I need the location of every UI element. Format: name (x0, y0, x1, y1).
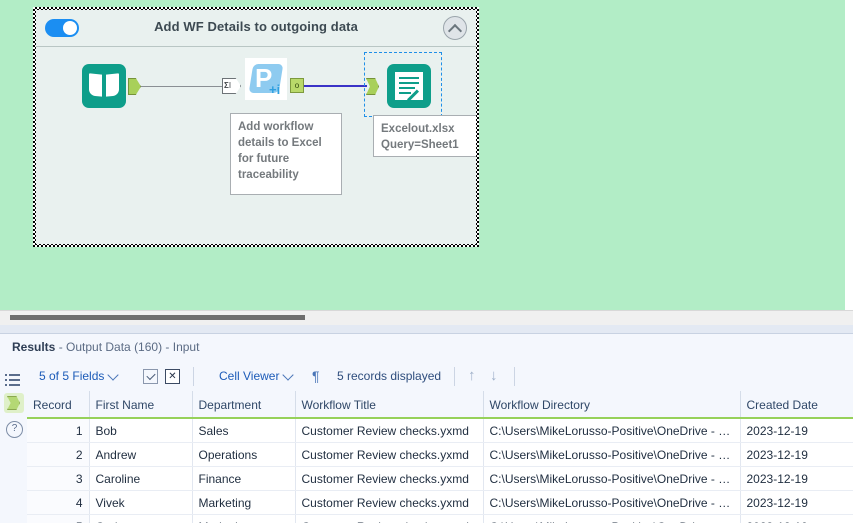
cell-first-name: Vivek (89, 491, 192, 515)
results-table: Record First Name Department Workflow Ti… (27, 391, 853, 523)
cell-record: 2 (27, 443, 89, 467)
results-grid[interactable]: Record First Name Department Workflow Ti… (27, 391, 853, 523)
help-glyph: ? (6, 421, 23, 438)
chevron-down-icon (108, 369, 119, 380)
cell-record: 1 (27, 418, 89, 443)
chevron-down-icon (283, 369, 294, 380)
connection-formula-to-output[interactable] (304, 85, 367, 87)
cell-created-date: 2023-12-19 (740, 443, 853, 467)
table-row[interactable]: 2 Andrew Operations Customer Review chec… (27, 443, 853, 467)
chevron-up-icon[interactable] (443, 16, 467, 40)
cell-workflow-directory: C:\Users\MikeLorusso-Positive\OneDrive -… (483, 467, 740, 491)
toolbar-separator (193, 367, 194, 386)
checkbox-checked-icon[interactable] (143, 369, 158, 384)
cell-created-date: 2023-12-19 (740, 418, 853, 443)
results-titlebar: Results - Output Data (160) - Input (0, 334, 853, 363)
cell-viewer-label: Cell Viewer (219, 369, 279, 383)
cell-department: Operations (192, 443, 295, 467)
container-title: Add WF Details to outgoing data (36, 19, 476, 34)
container-canvas[interactable]: ΣI P +i o (36, 47, 476, 244)
table-row[interactable]: 1 Bob Sales Customer Review checks.yxmd … (27, 418, 853, 443)
records-displayed-label: 5 records displayed (337, 369, 441, 383)
cell-record: 3 (27, 467, 89, 491)
annotation-output-line1: Excelout.xlsx (381, 121, 474, 137)
cell-workflow-title: Customer Review checks.yxmd (295, 418, 483, 443)
workflow-canvas[interactable]: Add WF Details to outgoing data ΣI (0, 0, 845, 310)
table-row[interactable]: 4 Vivek Marketing Customer Review checks… (27, 491, 853, 515)
cell-department: Finance (192, 467, 295, 491)
anchor-plug-icon[interactable] (4, 393, 24, 413)
cell-record: 4 (27, 491, 89, 515)
column-header-workflow-directory[interactable]: Workflow Directory (483, 391, 740, 418)
canvas-horizontal-scrollbar[interactable] (0, 310, 853, 326)
cell-department: Sales (192, 418, 295, 443)
formula-badge: +i (269, 82, 280, 97)
fields-selector-label: 5 of 5 Fields (39, 369, 104, 383)
clear-selection-icon[interactable]: ✕ (165, 369, 180, 384)
column-header-created-date[interactable]: Created Date (740, 391, 853, 418)
results-panel: Results - Output Data (160) - Input ? 5 … (0, 333, 853, 523)
connection-input-to-formula[interactable] (141, 86, 223, 87)
container-header: Add WF Details to outgoing data (36, 10, 476, 47)
cell-workflow-directory: C:\Users\MikeLorusso-Positive\OneDrive -… (483, 491, 740, 515)
cell-first-name: Caroline (89, 467, 192, 491)
annotation-formula-note[interactable]: Add workflow details to Excel for future… (230, 113, 342, 195)
cell-created-date: 2023-12-19 (740, 491, 853, 515)
annotation-output-line2: Query=Sheet1 (381, 137, 474, 153)
annotation-output-note[interactable]: Excelout.xlsx Query=Sheet1 (373, 115, 476, 157)
fields-selector[interactable]: 5 of 5 Fields (39, 369, 117, 383)
results-title: Results - Output Data (160) - Input (12, 340, 199, 354)
column-header-department[interactable]: Department (192, 391, 295, 418)
arrow-down-icon[interactable]: ↓ (490, 367, 498, 384)
formula-p-icon: P +i (249, 62, 283, 96)
cell-first-name: Andrew (89, 443, 192, 467)
canvas-right-margin (845, 0, 853, 310)
pilcrow-icon[interactable]: ¶ (312, 368, 320, 384)
book-icon (82, 64, 126, 108)
formula-output-anchor[interactable]: o (290, 78, 304, 93)
workflow-container-tool[interactable]: Add WF Details to outgoing data ΣI (33, 7, 479, 247)
results-title-subtitle: - Output Data (160) - Input (55, 340, 199, 354)
arrow-up-icon[interactable]: ↑ (468, 367, 476, 384)
excel-output-icon (387, 64, 431, 108)
list-icon[interactable] (4, 370, 24, 390)
cell-workflow-title: Customer Review checks.yxmd (295, 443, 483, 467)
toolbar-separator (514, 367, 515, 386)
table-row[interactable]: 3 Caroline Finance Customer Review check… (27, 467, 853, 491)
cell-first-name: Bob (89, 418, 192, 443)
cell-workflow-title: Customer Review checks.yxmd (295, 491, 483, 515)
input-data-output-anchor[interactable] (128, 78, 141, 95)
cell-viewer-selector[interactable]: Cell Viewer (219, 369, 292, 383)
cell-workflow-title: Customer Review checks.yxmd (295, 467, 483, 491)
column-header-workflow-title[interactable]: Workflow Title (295, 391, 483, 418)
scrollbar-thumb[interactable] (10, 315, 305, 320)
cell-created-date: 2023-12-19 (740, 467, 853, 491)
record-marker-label: I (229, 81, 231, 90)
formula-tool[interactable]: P +i (245, 58, 287, 100)
panel-divider[interactable] (0, 325, 853, 333)
cell-workflow-directory: C:\Users\MikeLorusso-Positive\OneDrive -… (483, 418, 740, 443)
help-circle-icon[interactable]: ? (4, 419, 24, 439)
column-header-record[interactable]: Record (27, 391, 89, 418)
cell-workflow-directory: C:\Users\MikeLorusso-Positive\OneDrive -… (483, 443, 740, 467)
cell-department: Marketing (192, 491, 295, 515)
input-data-tool[interactable] (82, 64, 126, 108)
results-icon-rail: ? (0, 362, 28, 523)
column-header-first-name[interactable]: First Name (89, 391, 192, 418)
record-count-marker: ΣI (222, 78, 241, 94)
results-title-bold: Results (12, 340, 55, 354)
results-toolbar: 5 of 5 Fields ✕ Cell Viewer ¶ 5 records … (27, 362, 853, 392)
toolbar-separator (454, 367, 455, 386)
table-header-row: Record First Name Department Workflow Ti… (27, 391, 853, 418)
